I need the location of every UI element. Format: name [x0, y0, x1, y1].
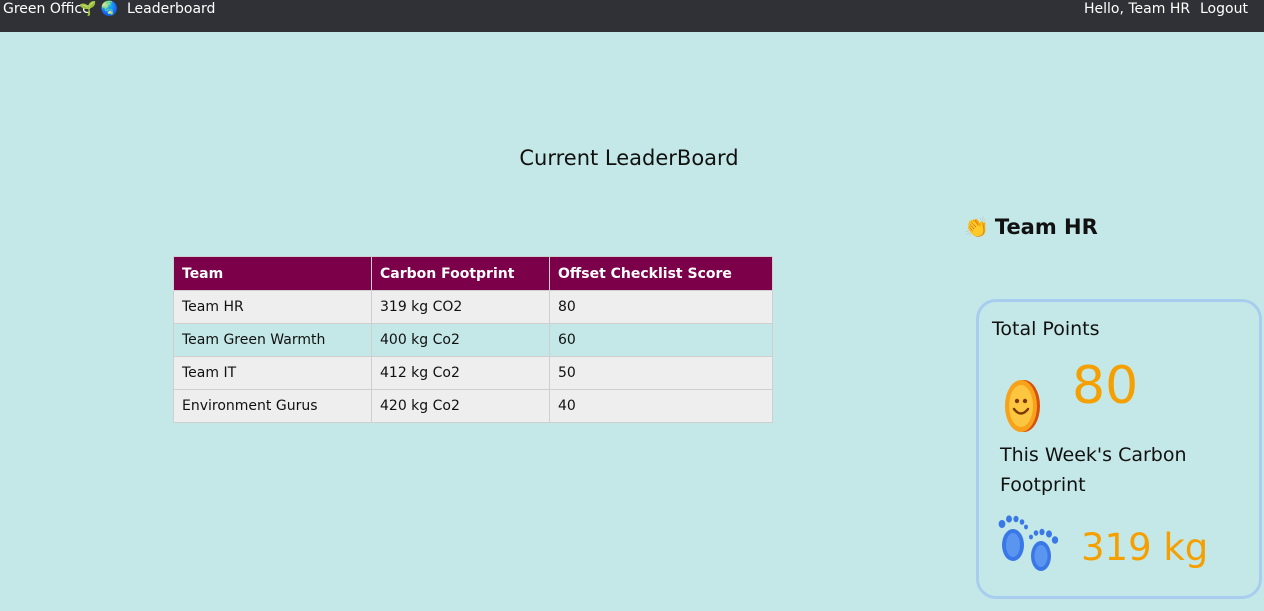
table-row: Team Green Warmth 400 kg Co2 60 [173, 323, 773, 357]
brand-emoji-icons: 🌱 🌏 [79, 1, 119, 17]
navbar: Green Office 🌱 🌏 Leaderboard Hello, Team… [0, 0, 1264, 32]
clapping-hands-icon: 👏 [964, 215, 989, 239]
leaderboard-table: Team Carbon Footprint Offset Checklist S… [173, 256, 773, 423]
table-row: Environment Gurus 420 kg Co2 40 [173, 389, 773, 423]
team-cell: Environment Gurus [173, 389, 372, 423]
carbon-cell: 420 kg Co2 [371, 389, 550, 423]
column-header-team: Team [173, 256, 372, 291]
team-stats-card: Total Points 80 This Week's Carbon Footp… [976, 299, 1262, 599]
logout-link[interactable]: Logout [1200, 1, 1248, 17]
table-row: Team HR 319 kg CO2 80 [173, 290, 773, 324]
column-header-offset-score: Offset Checklist Score [549, 256, 773, 291]
score-cell: 60 [549, 323, 773, 357]
total-points-label: Total Points [992, 318, 1100, 340]
table-row: Team IT 412 kg Co2 50 [173, 356, 773, 390]
coin-icon [1005, 380, 1040, 432]
table-header-row: Team Carbon Footprint Offset Checklist S… [173, 256, 773, 291]
score-cell: 50 [549, 356, 773, 390]
user-greeting: Hello, Team HR [1084, 1, 1191, 17]
carbon-cell: 319 kg CO2 [371, 290, 550, 324]
page-title: Current LeaderBoard [519, 146, 739, 170]
total-points-value: 80 [1072, 356, 1139, 416]
score-cell: 80 [549, 290, 773, 324]
team-name: Team HR [994, 215, 1098, 239]
team-cell: Team Green Warmth [173, 323, 372, 357]
team-cell: Team IT [173, 356, 372, 390]
carbon-cell: 400 kg Co2 [371, 323, 550, 357]
nav-leaderboard-link[interactable]: Leaderboard [127, 1, 215, 17]
column-header-carbon-footprint: Carbon Footprint [371, 256, 550, 291]
carbon-footprint-value: 319 kg [1081, 526, 1209, 569]
team-cell: Team HR [173, 290, 372, 324]
footprints-icon [998, 515, 1059, 571]
team-heading: 👏 Team HR [964, 215, 1098, 239]
carbon-footprint-label: This Week's Carbon Footprint [1000, 444, 1187, 496]
score-cell: 40 [549, 389, 773, 423]
brand-link[interactable]: Green Office [3, 1, 91, 17]
carbon-cell: 412 kg Co2 [371, 356, 550, 390]
